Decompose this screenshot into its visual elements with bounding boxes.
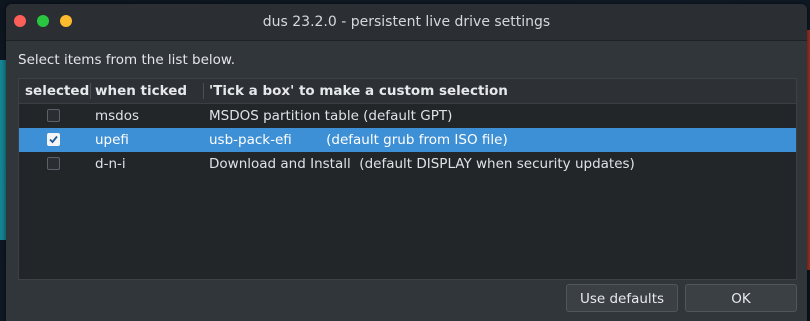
checkbox-msdos[interactable] [47,109,60,122]
when-ticked-value: msdos [95,108,140,124]
window-title: dus 23.2.0 - persistent live drive setti… [262,14,551,30]
column-header-description[interactable]: 'Tick a box' to make a custom selection [209,79,508,103]
list-header: selected when ticked 'Tick a box' to mak… [19,79,796,104]
column-separator [90,83,91,99]
list-item-upefi[interactable]: upefi usb-pack-efi (default grub from IS… [19,128,796,152]
use-defaults-button[interactable]: Use defaults [566,284,678,312]
title-bar[interactable]: dus 23.2.0 - persistent live drive setti… [6,4,807,41]
option-description: Download and Install (default DISPLAY wh… [209,156,635,172]
column-header-when-ticked[interactable]: when ticked [95,79,187,103]
option-description: usb-pack-efi (default grub from ISO file… [209,132,508,148]
checkbox-d-n-i[interactable] [47,157,60,170]
list-item-msdos[interactable]: msdos MSDOS partition table (default GPT… [19,104,796,128]
when-ticked-value: d-n-i [95,156,126,172]
list-item-d-n-i[interactable]: d-n-i Download and Install (default DISP… [19,152,796,176]
ok-button[interactable]: OK [685,284,797,312]
checkbox-upefi[interactable] [47,133,60,146]
checkmark-icon [49,135,58,144]
settings-dialog: dus 23.2.0 - persistent live drive setti… [6,4,807,321]
column-separator [203,83,204,99]
column-header-selected[interactable]: selected [25,79,89,103]
when-ticked-value: upefi [95,132,129,148]
instruction-text: Select items from the list below. [18,52,236,68]
options-list[interactable]: selected when ticked 'Tick a box' to mak… [18,78,797,280]
option-description: MSDOS partition table (default GPT) [209,108,453,124]
